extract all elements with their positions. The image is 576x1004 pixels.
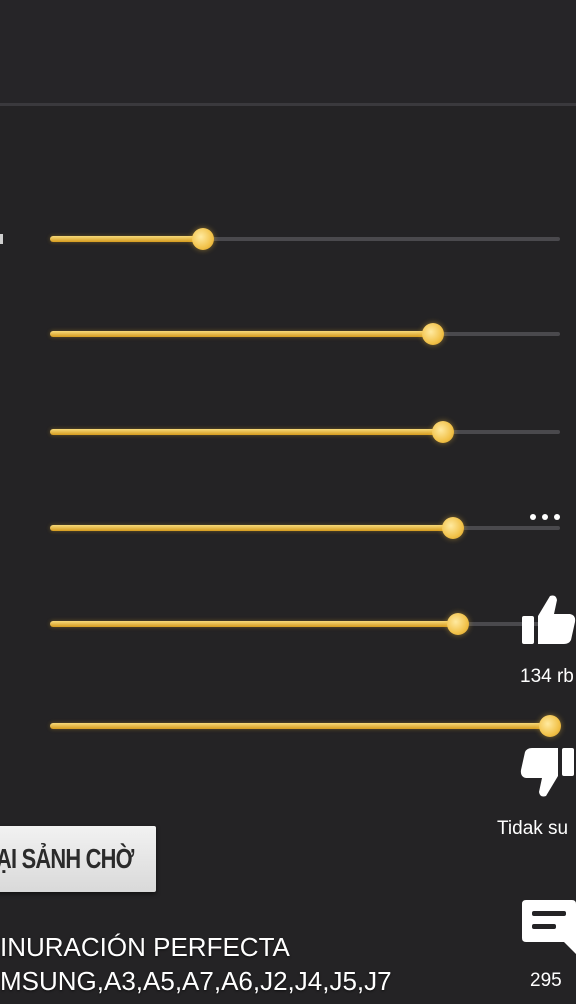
sensitivity-slider-6[interactable] <box>50 714 561 738</box>
dislike-button[interactable] <box>520 744 576 805</box>
sensitivity-slider-4[interactable] <box>50 516 560 540</box>
top-panel <box>0 0 576 104</box>
sensitivity-slider-1[interactable] <box>50 227 560 251</box>
slider-thumb[interactable] <box>441 517 464 539</box>
slider-fill <box>50 525 453 531</box>
back-to-lobby-button[interactable]: ẠI SẢNH CHỜ <box>0 826 156 892</box>
like-button[interactable] <box>520 592 576 653</box>
slider-fill <box>50 331 433 337</box>
slider-fill <box>50 236 203 242</box>
comment-icon <box>522 900 576 954</box>
divider <box>0 103 576 106</box>
slider-thumb[interactable] <box>447 613 469 635</box>
dislike-label: Tidak su <box>497 818 569 839</box>
sensitivity-slider-5[interactable] <box>50 612 560 636</box>
like-count: 134 rb <box>520 666 574 687</box>
slider-fill <box>50 429 443 435</box>
more-horizontal-icon[interactable] <box>530 509 570 525</box>
comment-count: 295 <box>530 970 562 991</box>
comment-button[interactable] <box>522 898 576 959</box>
row-marker <box>0 234 3 244</box>
slider-fill <box>50 723 550 729</box>
sensitivity-slider-3[interactable] <box>50 420 560 444</box>
lobby-button-label: ẠI SẢNH CHỜ <box>0 843 134 874</box>
slider-thumb[interactable] <box>538 715 561 737</box>
slider-thumb[interactable] <box>192 228 214 250</box>
thumbs-down-icon <box>520 748 574 797</box>
slider-thumb[interactable] <box>431 421 454 443</box>
sensitivity-slider-2[interactable] <box>50 322 560 346</box>
video-title-line-1[interactable]: INURACIÓN PERFECTA <box>0 932 290 963</box>
thumbs-up-icon <box>522 595 576 644</box>
slider-fill <box>50 621 458 627</box>
video-title-line-2[interactable]: MSUNG,A3,A5,A7,A6,J2,J4,J5,J7 <box>0 966 392 997</box>
slider-thumb[interactable] <box>421 323 444 345</box>
